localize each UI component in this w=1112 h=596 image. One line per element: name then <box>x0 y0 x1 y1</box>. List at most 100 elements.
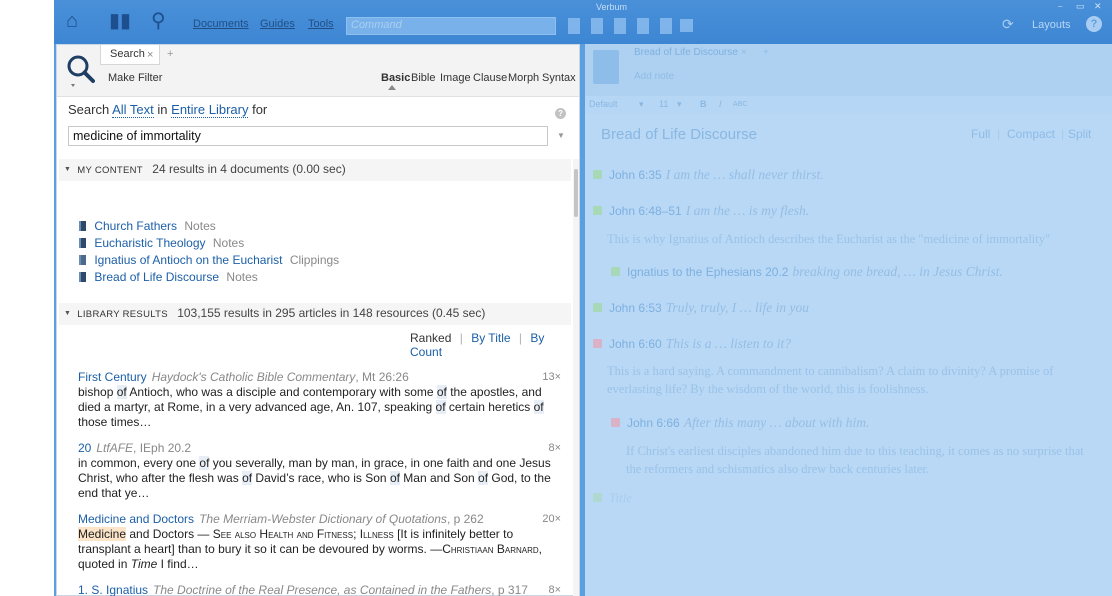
result-title[interactable]: Medicine and Doctors <box>78 512 194 526</box>
mode-basic[interactable]: Basic <box>381 72 410 84</box>
collapse-arrow-icon[interactable]: ▼ <box>64 166 71 173</box>
close-panels-icon[interactable] <box>680 19 693 32</box>
library-result[interactable]: 1. S. Ignatius The Doctrine of the Real P… <box>78 583 563 596</box>
sync-icon[interactable]: ⟳ <box>1002 16 1014 33</box>
bold-button[interactable]: B <box>700 99 707 109</box>
help-icon[interactable]: ? <box>1086 16 1102 32</box>
note-reference[interactable]: John 6:66 <box>627 416 680 430</box>
view-full[interactable]: Full <box>971 127 990 141</box>
mode-clause[interactable]: Clause <box>473 72 507 84</box>
library-result[interactable]: First Century Haydock's Catholic Bible Co… <box>78 370 563 430</box>
search-scope-dropdown[interactable]: All Text <box>112 102 154 118</box>
library-scope-dropdown[interactable]: Entire Library <box>171 102 249 118</box>
search-icon[interactable]: ⚲ <box>151 10 166 32</box>
layout-pane-icon[interactable] <box>568 18 580 34</box>
note-marker-icon <box>593 170 602 179</box>
doc-title[interactable]: Bread of Life Discourse <box>94 270 219 284</box>
notes-title[interactable]: Bread of Life Discourse <box>601 126 757 143</box>
note-reference[interactable]: John 6:60 <box>609 337 662 351</box>
note-reference[interactable]: Ignatius to the Ephesians 20.2 <box>627 265 788 279</box>
note-body[interactable]: This is why Ignatius of Antioch describe… <box>607 230 1097 248</box>
smallcaps-button[interactable]: ABC <box>733 101 747 108</box>
note-entry[interactable]: John 6:60 This is a … listen to it? <box>593 336 791 352</box>
library-results-section-header[interactable]: ▼ LIBRARY RESULTS 103,155 results in 295… <box>59 303 571 325</box>
scrollbar-thumb[interactable] <box>574 169 578 217</box>
result-source[interactable]: The Doctrine of the Real Presence, as Co… <box>153 583 491 596</box>
layout-pane-icon[interactable] <box>660 18 672 34</box>
tab-search-label: Search <box>110 48 145 60</box>
maximize-button[interactable]: ▭ <box>1076 1 1085 12</box>
doc-title[interactable]: Church Fathers <box>94 219 177 233</box>
make-filter-button[interactable]: Make Filter <box>108 72 162 84</box>
sort-by-title[interactable]: By Title <box>471 331 510 345</box>
note-title-placeholder[interactable]: Title <box>609 490 632 505</box>
my-content-item[interactable]: Bread of Life Discourse Notes <box>79 270 258 284</box>
note-reference[interactable]: John 6:48–51 <box>609 204 682 218</box>
chevron-down-icon[interactable]: ▾ <box>639 99 644 110</box>
search-help-icon[interactable]: ? <box>555 108 566 119</box>
note-body[interactable]: This is a hard saying. A commandment to … <box>607 362 1097 398</box>
minimize-button[interactable]: ⎯ <box>1058 1 1063 12</box>
library-icon[interactable]: ▮▮ <box>109 10 131 32</box>
note-reference[interactable]: John 6:35 <box>609 168 662 182</box>
search-panel-icon[interactable] <box>65 53 95 87</box>
mode-bible[interactable]: Bible <box>411 72 435 84</box>
notebook-icon[interactable] <box>593 50 619 84</box>
result-title[interactable]: 1. S. Ignatius <box>78 583 148 596</box>
italic-button[interactable]: I <box>719 99 722 109</box>
collapse-arrow-icon[interactable]: ▼ <box>64 310 71 317</box>
tab-close-icon[interactable]: × <box>147 49 153 61</box>
search-input[interactable] <box>68 126 548 146</box>
chevron-down-icon[interactable]: ▾ <box>677 99 682 110</box>
style-select[interactable]: Default <box>589 99 618 109</box>
layout-pane-icon[interactable] <box>591 18 603 34</box>
notes-panel-header: Bread of Life Discourse × + Add note <box>585 44 1112 96</box>
result-source[interactable]: Haydock's Catholic Bible Commentary <box>152 370 356 384</box>
view-split[interactable]: Split <box>1068 127 1091 141</box>
new-note-entry[interactable]: Title <box>593 490 632 506</box>
note-entry[interactable]: John 6:48–51 I am the … is my flesh. <box>593 203 809 219</box>
result-title[interactable]: First Century <box>78 370 147 384</box>
my-content-item[interactable]: Eucharistic Theology Notes <box>79 236 244 250</box>
doc-title[interactable]: Eucharistic Theology <box>94 236 205 250</box>
menu-tools[interactable]: Tools <box>308 18 334 30</box>
clippings-doc-icon <box>79 255 86 265</box>
command-input[interactable]: Command <box>346 17 556 35</box>
add-tab-icon[interactable]: + <box>167 48 173 60</box>
close-button[interactable]: ✕ <box>1094 1 1102 12</box>
result-title[interactable]: 20 <box>78 441 91 455</box>
mode-syntax[interactable]: Syntax <box>542 72 576 84</box>
note-entry[interactable]: Ignatius to the Ephesians 20.2 breaking o… <box>611 264 1003 280</box>
sort-ranked[interactable]: Ranked <box>410 331 451 345</box>
layout-pane-icon[interactable] <box>637 18 649 34</box>
home-icon[interactable]: ⌂ <box>66 10 78 32</box>
my-content-section-header[interactable]: ▼ MY CONTENT 24 results in 4 documents (… <box>59 159 571 181</box>
layout-pane-icon[interactable] <box>614 18 626 34</box>
add-note-button[interactable]: Add note <box>634 71 674 82</box>
library-result[interactable]: 20 LtfAFE, IEph 20.2 8× in common, every … <box>78 441 563 501</box>
note-entry[interactable]: John 6:66 After this many … about with hi… <box>611 415 869 431</box>
mode-morph[interactable]: Morph <box>508 72 539 84</box>
note-reference[interactable]: John 6:53 <box>609 301 662 315</box>
results-scrollbar[interactable] <box>573 159 579 596</box>
my-content-item[interactable]: Ignatius of Antioch on the Eucharist Cli… <box>79 253 339 267</box>
view-compact[interactable]: Compact <box>1007 127 1055 141</box>
search-history-dropdown-icon[interactable]: ▼ <box>557 131 565 140</box>
layouts-menu[interactable]: Layouts <box>1032 19 1071 31</box>
tab-close-icon[interactable]: × <box>741 47 747 58</box>
notes-doc-icon <box>79 272 86 282</box>
mode-image[interactable]: Image <box>440 72 471 84</box>
note-entry[interactable]: John 6:53 Truly, truly, I … life in you <box>593 300 809 316</box>
font-size-select[interactable]: 11 <box>659 99 668 109</box>
note-entry[interactable]: John 6:35 I am the … shall never thirst. <box>593 167 824 183</box>
menu-guides[interactable]: Guides <box>260 18 295 30</box>
menu-documents[interactable]: Documents <box>193 18 249 30</box>
note-body[interactable]: If Christ's earliest disciples abandoned… <box>626 442 1086 478</box>
my-content-item[interactable]: Church Fathers Notes <box>79 219 216 233</box>
tab-notes[interactable]: Bread of Life Discourse <box>634 47 738 58</box>
result-source[interactable]: The Merriam-Webster Dictionary of Quotat… <box>199 512 447 526</box>
add-tab-icon[interactable]: + <box>763 47 769 58</box>
result-source[interactable]: LtfAFE <box>96 441 133 455</box>
library-result[interactable]: Medicine and Doctors The Merriam-Webster … <box>78 512 563 572</box>
doc-title[interactable]: Ignatius of Antioch on the Eucharist <box>94 253 282 267</box>
